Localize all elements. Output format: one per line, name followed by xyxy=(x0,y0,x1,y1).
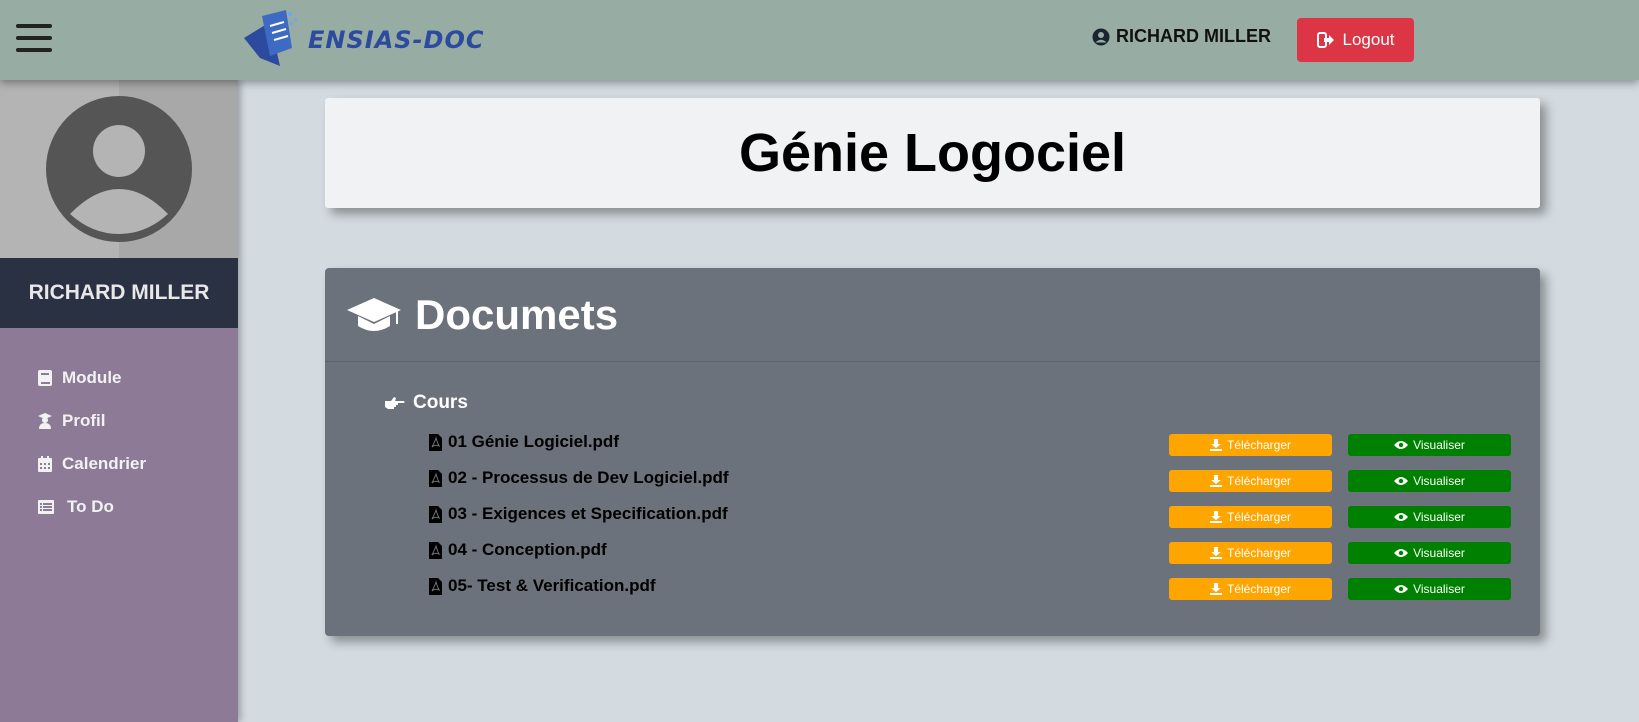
sidebar-item-profil[interactable]: Profil xyxy=(0,399,238,442)
list-item: 01 Génie Logiciel.pdf Télécharger Visual… xyxy=(325,432,1540,468)
book-icon xyxy=(38,369,52,386)
list-item: 03 - Exigences et Specification.pdf Télé… xyxy=(325,504,1540,540)
documents-card: Documets Cours 01 Génie Logiciel.pdf Tél… xyxy=(325,268,1540,636)
download-icon xyxy=(1209,547,1222,559)
file-label: 05- Test & Verification.pdf xyxy=(448,576,656,595)
view-button[interactable]: Visualiser xyxy=(1348,506,1511,528)
sidebar-user-name: RICHARD MILLER xyxy=(0,258,238,328)
download-label: Télécharger xyxy=(1226,546,1292,560)
download-icon xyxy=(1209,475,1222,487)
file-pdf-icon xyxy=(429,577,442,595)
sidebar: RICHARD MILLER Module Profil Calendrier … xyxy=(0,80,238,722)
eye-icon xyxy=(1394,549,1409,557)
download-label: Télécharger xyxy=(1226,438,1292,452)
list-item: 02 - Processus de Dev Logiciel.pdf Téléc… xyxy=(325,468,1540,504)
page-title-card: Génie Logociel xyxy=(325,98,1540,208)
brand-logo[interactable]: ENSIAS-DOC xyxy=(240,8,484,72)
view-button[interactable]: Visualiser xyxy=(1348,470,1511,492)
logout-label: Logout xyxy=(1342,30,1395,49)
view-button[interactable]: Visualiser xyxy=(1348,542,1511,564)
graduation-cap-icon xyxy=(347,297,401,331)
documents-header: Documets xyxy=(325,268,1540,362)
download-icon xyxy=(1209,583,1222,595)
download-button[interactable]: Télécharger xyxy=(1169,542,1332,564)
user-name: RICHARD MILLER xyxy=(1116,26,1271,46)
download-button[interactable]: Télécharger xyxy=(1169,506,1332,528)
view-label: Visualiser xyxy=(1413,438,1465,452)
download-label: Télécharger xyxy=(1226,582,1292,596)
file-label: 02 - Processus de Dev Logiciel.pdf xyxy=(448,468,729,487)
file-pdf-icon xyxy=(429,469,442,487)
list-item: 04 - Conception.pdf Télécharger Visualis… xyxy=(325,540,1540,576)
file-label: 03 - Exigences et Specification.pdf xyxy=(448,504,728,523)
eye-icon xyxy=(1394,477,1409,485)
menu-toggle-icon[interactable] xyxy=(16,24,52,52)
hand-point-right-icon xyxy=(385,397,405,409)
download-label: Télécharger xyxy=(1226,510,1292,524)
file-pdf-icon xyxy=(429,433,442,451)
file-pdf-icon xyxy=(429,541,442,559)
brand-name: ENSIAS-DOC xyxy=(308,26,485,54)
sidebar-item-label: Profil xyxy=(62,410,106,430)
top-navbar: ENSIAS-DOC RICHARD MILLER Logout xyxy=(0,0,1639,80)
sidebar-item-label: To Do xyxy=(67,496,114,516)
user-menu[interactable]: RICHARD MILLER xyxy=(1092,26,1271,47)
sidebar-item-calendrier[interactable]: Calendrier xyxy=(0,442,238,485)
download-icon xyxy=(1209,439,1222,451)
file-name[interactable]: 04 - Conception.pdf xyxy=(429,540,607,560)
view-label: Visualiser xyxy=(1413,510,1465,524)
view-label: Visualiser xyxy=(1413,546,1465,560)
avatar-panel xyxy=(0,80,238,258)
view-label: Visualiser xyxy=(1413,474,1465,488)
eye-icon xyxy=(1394,585,1409,593)
sidebar-item-label: Calendrier xyxy=(62,453,147,473)
file-label: 01 Génie Logiciel.pdf xyxy=(448,432,619,451)
section-cours: Cours xyxy=(385,392,468,414)
file-name[interactable]: 02 - Processus de Dev Logiciel.pdf xyxy=(429,468,729,488)
view-label: Visualiser xyxy=(1413,582,1465,596)
download-icon xyxy=(1209,511,1222,523)
view-button[interactable]: Visualiser xyxy=(1348,578,1511,600)
page-title: Génie Logociel xyxy=(738,123,1127,183)
eye-icon xyxy=(1394,441,1409,449)
file-name[interactable]: 01 Génie Logiciel.pdf xyxy=(429,432,619,452)
list-icon xyxy=(38,499,54,514)
download-button[interactable]: Télécharger xyxy=(1169,578,1332,600)
logo-icon xyxy=(244,10,297,66)
file-pdf-icon xyxy=(429,505,442,523)
section-label: Cours xyxy=(413,392,468,413)
sidebar-item-todo[interactable]: To Do xyxy=(0,485,238,528)
download-label: Télécharger xyxy=(1226,474,1292,488)
documents-heading: Documets xyxy=(415,290,619,338)
user-circle-icon xyxy=(1092,28,1110,45)
file-label: 04 - Conception.pdf xyxy=(448,540,607,559)
view-button[interactable]: Visualiser xyxy=(1348,434,1511,456)
sidebar-nav: Module Profil Calendrier To Do xyxy=(0,328,238,528)
user-graduate-icon xyxy=(38,412,52,429)
file-name[interactable]: 03 - Exigences et Specification.pdf xyxy=(429,504,728,524)
file-name[interactable]: 05- Test & Verification.pdf xyxy=(429,576,656,596)
avatar xyxy=(46,96,192,242)
list-item: 05- Test & Verification.pdf Télécharger … xyxy=(325,576,1540,612)
sign-out-icon xyxy=(1316,32,1334,48)
download-button[interactable]: Télécharger xyxy=(1169,470,1332,492)
logout-button[interactable]: Logout xyxy=(1297,18,1414,62)
calendar-icon xyxy=(38,455,52,472)
download-button[interactable]: Télécharger xyxy=(1169,434,1332,456)
sidebar-item-module[interactable]: Module xyxy=(0,356,238,399)
eye-icon xyxy=(1394,513,1409,521)
sidebar-item-label: Module xyxy=(62,367,122,387)
